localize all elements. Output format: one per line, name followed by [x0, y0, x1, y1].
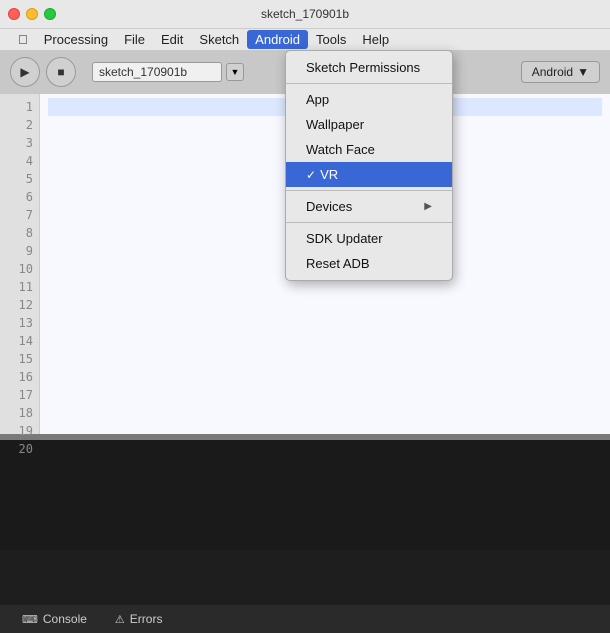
editor-line-16	[48, 368, 602, 386]
editor-line-15	[48, 350, 602, 368]
line-numbers: 12345 678910 1112131415 1617181920	[0, 94, 40, 434]
menu-sketch-permissions[interactable]: Sketch Permissions	[286, 55, 452, 80]
menu-tools[interactable]: Tools	[308, 30, 354, 49]
menu-android[interactable]: Android	[247, 30, 308, 49]
editor-line-19	[48, 422, 602, 440]
sketch-dropdown-button[interactable]: ▼	[226, 63, 244, 81]
menu-processing[interactable]: Processing	[36, 30, 116, 49]
devices-label: Devices	[306, 199, 424, 214]
reset-adb-label: Reset ADB	[306, 256, 370, 271]
android-dropdown-menu: Sketch Permissions App Wallpaper Watch F…	[285, 50, 453, 281]
menu-sketch[interactable]: Sketch	[191, 30, 247, 49]
menu-file[interactable]: File	[116, 30, 153, 49]
stop-button[interactable]: ■	[46, 57, 76, 87]
sketch-name-input[interactable]	[92, 62, 222, 82]
console-icon: ⌨	[22, 613, 38, 626]
menu-edit[interactable]: Edit	[153, 30, 191, 49]
separator-2	[286, 190, 452, 191]
menu-vr[interactable]: ✓ VR	[286, 162, 452, 187]
traffic-light-yellow[interactable]	[26, 8, 38, 20]
menu-bar:  Processing File Edit Sketch Android To…	[0, 28, 610, 50]
stop-icon: ■	[57, 65, 64, 79]
editor-line-14	[48, 332, 602, 350]
traffic-light-green[interactable]	[44, 8, 56, 20]
sketch-permissions-label: Sketch Permissions	[306, 60, 420, 75]
console-tab[interactable]: ⌨ Console	[8, 608, 101, 630]
separator-3	[286, 222, 452, 223]
console-tab-label: Console	[43, 612, 87, 626]
android-arrow-icon: ▼	[577, 65, 589, 79]
android-label: Android	[532, 65, 573, 79]
errors-tab-label: Errors	[130, 612, 163, 626]
sdk-updater-label: SDK Updater	[306, 231, 383, 246]
menu-sdk-updater[interactable]: SDK Updater	[286, 226, 452, 251]
status-bar: ⌨ Console ⚠ Errors	[0, 605, 610, 633]
console-area[interactable]	[0, 440, 610, 550]
watch-face-label: Watch Face	[306, 142, 375, 157]
editor-line-12	[48, 296, 602, 314]
play-button[interactable]: ▶	[10, 57, 40, 87]
menu-app[interactable]: App	[286, 87, 452, 112]
editor-line-13	[48, 314, 602, 332]
separator-1	[286, 83, 452, 84]
menu-help[interactable]: Help	[354, 30, 397, 49]
vr-label: VR	[320, 167, 432, 182]
play-icon: ▶	[20, 65, 29, 79]
title-bar: sketch_170901b	[0, 0, 610, 28]
errors-tab[interactable]: ⚠ Errors	[101, 608, 177, 630]
traffic-light-red[interactable]	[8, 8, 20, 20]
menu-reset-adb[interactable]: Reset ADB	[286, 251, 452, 276]
menu-wallpaper[interactable]: Wallpaper	[286, 112, 452, 137]
sketch-name-bar: ▼	[92, 62, 244, 82]
editor-line-17	[48, 386, 602, 404]
wallpaper-label: Wallpaper	[306, 117, 364, 132]
vr-checkmark: ✓	[306, 168, 316, 182]
editor-line-18	[48, 404, 602, 422]
menu-devices[interactable]: Devices ▶	[286, 194, 452, 219]
apple-menu[interactable]: 	[10, 30, 36, 49]
android-button[interactable]: Android ▼	[521, 61, 600, 83]
menu-watch-face[interactable]: Watch Face	[286, 137, 452, 162]
window-title: sketch_170901b	[261, 7, 349, 21]
errors-icon: ⚠	[115, 613, 125, 626]
devices-arrow-icon: ▶	[424, 201, 432, 212]
dropdown-arrow-icon: ▼	[231, 67, 240, 77]
app-label: App	[306, 92, 329, 107]
